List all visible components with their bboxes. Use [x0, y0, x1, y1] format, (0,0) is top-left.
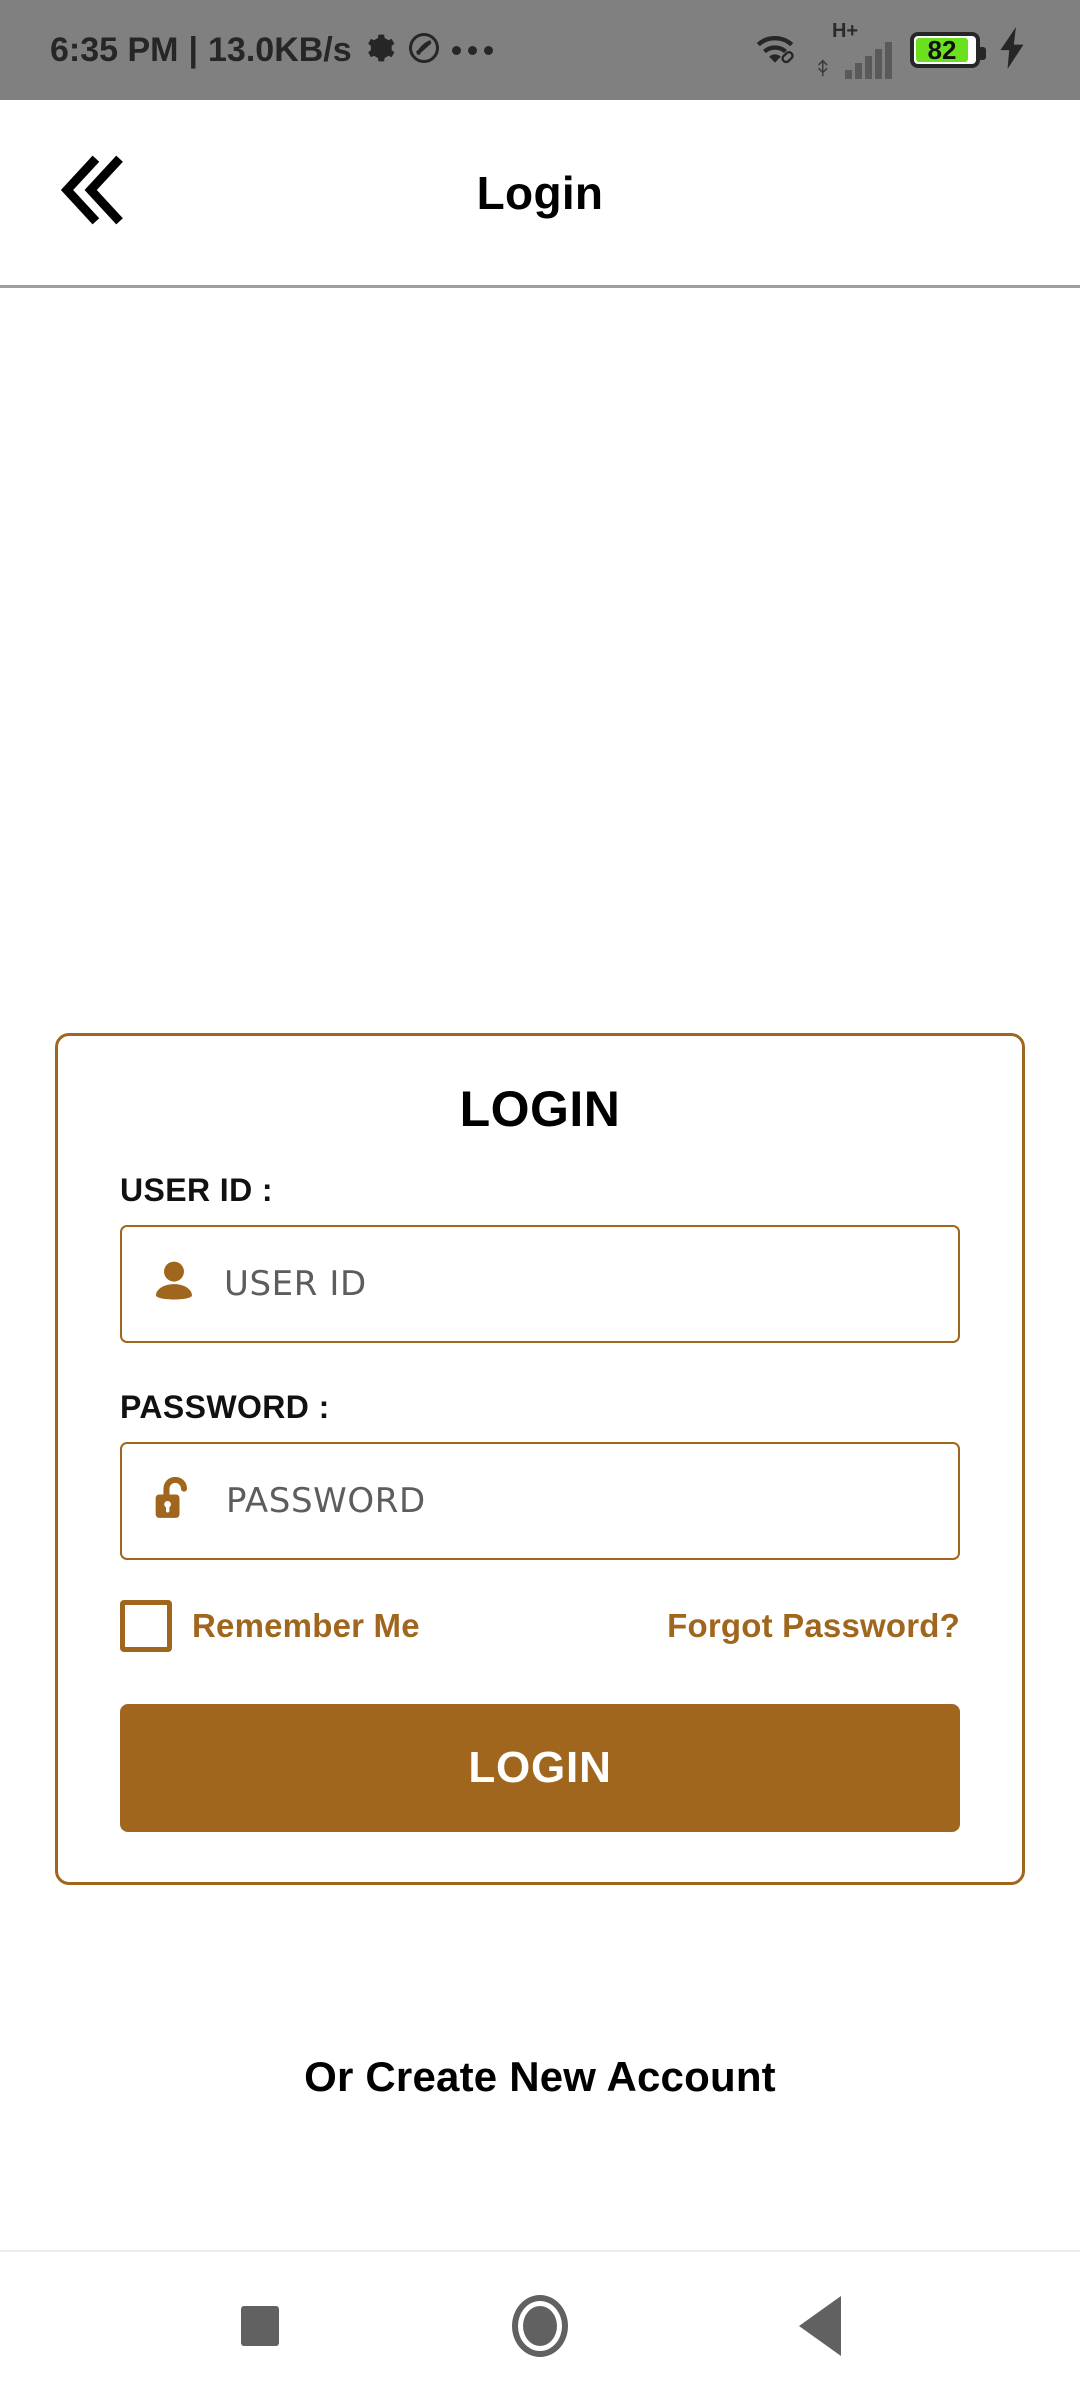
unlocked-padlock-icon	[148, 1472, 202, 1531]
status-separator: |	[188, 30, 199, 69]
signal-strength-bars	[845, 42, 892, 79]
status-bar: 6:35 PM | 13.0KB/s H+ 82	[0, 0, 1080, 100]
back-button[interactable]	[40, 138, 150, 248]
battery-indicator: 82	[910, 32, 986, 68]
signal-type-label: H+	[831, 20, 859, 42]
login-submit-button[interactable]: LOGIN	[120, 1704, 960, 1832]
triangle-back-icon	[799, 2296, 841, 2356]
page-title: Login	[476, 166, 604, 219]
app-header: Login	[0, 100, 1080, 288]
user-id-label: USER ID :	[120, 1172, 273, 1208]
back-nav-button[interactable]	[760, 2266, 880, 2386]
status-network-speed: 13.0KB/s	[208, 30, 352, 69]
user-id-input[interactable]: USER ID	[120, 1225, 960, 1343]
password-input[interactable]: PASSWORD	[120, 1442, 960, 1560]
status-bar-right: H+ 82	[752, 21, 1028, 79]
status-time: 6:35 PM	[50, 30, 179, 69]
gear-icon	[362, 31, 396, 70]
signal-bars-icon	[816, 42, 892, 79]
recents-button[interactable]	[200, 2266, 320, 2386]
square-recents-icon	[241, 2306, 279, 2346]
person-icon	[148, 1256, 200, 1313]
password-placeholder: PASSWORD	[226, 1481, 426, 1521]
status-bar-left: 6:35 PM | 13.0KB/s	[50, 30, 493, 71]
login-card-title: LOGIN	[459, 1081, 621, 1137]
more-dots-icon	[451, 45, 493, 55]
circle-home-icon	[512, 2295, 568, 2357]
field-spacer	[120, 1343, 960, 1389]
battery-level: 82	[927, 35, 957, 65]
forgot-password-link[interactable]: Forgot Password?	[667, 1607, 960, 1645]
password-label: PASSWORD :	[120, 1389, 330, 1425]
home-button[interactable]	[480, 2266, 600, 2386]
wifi-icon	[752, 30, 798, 71]
user-id-placeholder: USER ID	[224, 1264, 367, 1304]
create-account-link[interactable]: Or Create New Account	[0, 2053, 1080, 2101]
signal-indicator: H+	[816, 21, 892, 79]
login-card: LOGIN USER ID : USER ID PASSWORD : PASSW…	[55, 1033, 1025, 1885]
remember-me-label: Remember Me	[192, 1607, 420, 1644]
android-nav-bar	[0, 2250, 1080, 2400]
double-chevron-left-icon	[52, 147, 138, 238]
circle-slash-icon	[406, 30, 442, 71]
phone-screen: 6:35 PM | 13.0KB/s H+ 82 Login LOGIN USE…	[0, 0, 1080, 2400]
main-content: LOGIN USER ID : USER ID PASSWORD : PASSW…	[0, 288, 1080, 2250]
remember-me-checkbox[interactable]	[120, 1600, 172, 1652]
remember-me-toggle[interactable]: Remember Me	[120, 1600, 420, 1652]
options-row: Remember Me Forgot Password?	[120, 1600, 960, 1652]
lightning-bolt-icon	[998, 26, 1028, 74]
